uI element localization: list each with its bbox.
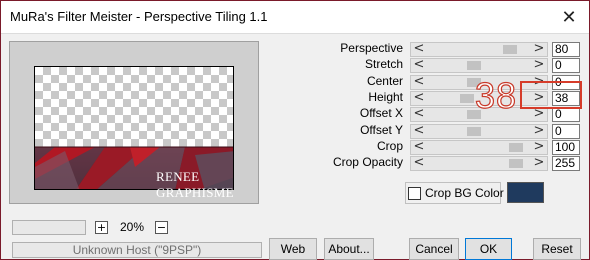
preview-panel: RENEE GRAPHISME xyxy=(9,41,259,204)
ok-button[interactable]: OK xyxy=(465,238,512,260)
crop-value-field[interactable]: 100 xyxy=(552,140,580,155)
zoom-slider[interactable] xyxy=(12,220,86,235)
perspective-label: Perspective xyxy=(340,41,403,55)
crop-label: Crop xyxy=(376,139,403,153)
chevron-right-icon[interactable]: > xyxy=(532,124,546,139)
chevron-left-icon[interactable]: < xyxy=(412,91,426,106)
slider-thumb[interactable] xyxy=(467,127,481,136)
close-icon[interactable]: ✕ xyxy=(555,5,583,29)
crop-opacity-value-field[interactable]: 255 xyxy=(552,156,580,171)
chevron-right-icon[interactable]: > xyxy=(532,107,546,122)
stretch-label: Stretch xyxy=(364,57,403,71)
filter-dialog-window: MuRa's Filter Meister - Perspective Tili… xyxy=(0,0,590,260)
chevron-left-icon[interactable]: < xyxy=(412,124,426,139)
slider-thumb[interactable] xyxy=(460,94,474,103)
center-label: Center xyxy=(366,74,403,88)
chevron-left-icon[interactable]: < xyxy=(412,107,426,122)
stretch-slider[interactable]: < > xyxy=(410,58,548,73)
about-button[interactable]: About... xyxy=(324,238,374,260)
slider-thumb[interactable] xyxy=(509,143,523,152)
host-status: Unknown Host ("9PSP") xyxy=(12,242,262,258)
chevron-right-icon[interactable]: > xyxy=(532,42,546,57)
offset-y-label: Offset Y xyxy=(360,123,403,137)
reset-button[interactable]: Reset xyxy=(533,238,581,260)
crop-bg-color-swatch[interactable] xyxy=(507,182,544,203)
crop-opacity-label: Crop Opacity xyxy=(332,155,403,169)
slider-thumb[interactable] xyxy=(467,61,481,70)
title-bar: MuRa's Filter Meister - Perspective Tili… xyxy=(1,1,589,34)
cancel-button[interactable]: Cancel xyxy=(409,238,459,260)
chevron-left-icon[interactable]: < xyxy=(412,42,426,57)
chevron-left-icon[interactable]: < xyxy=(412,75,426,90)
stretch-value-field[interactable]: 0 xyxy=(552,58,580,73)
chevron-left-icon[interactable]: < xyxy=(412,140,426,155)
crop-bg-label: Crop BG Color xyxy=(425,186,504,200)
zoom-in-button[interactable]: + xyxy=(95,221,108,234)
zoom-out-button[interactable]: − xyxy=(155,221,168,234)
slider-thumb[interactable] xyxy=(503,45,517,54)
watermark-text: RENEE GRAPHISME xyxy=(156,169,234,200)
crop-opacity-slider[interactable]: < > xyxy=(410,156,548,171)
chevron-right-icon[interactable]: > xyxy=(532,58,546,73)
offset-y-slider[interactable]: < > xyxy=(410,124,548,139)
highlight-box xyxy=(520,81,582,109)
perspective-value-field[interactable]: 80 xyxy=(552,42,580,57)
zoom-level: 20% xyxy=(120,220,145,234)
offset-y-value-field[interactable]: 0 xyxy=(552,124,580,139)
slider-thumb[interactable] xyxy=(509,159,523,168)
perspective-slider[interactable]: < > xyxy=(410,42,548,57)
crop-bg-checkbox[interactable] xyxy=(408,187,421,200)
chevron-left-icon[interactable]: < xyxy=(412,58,426,73)
chevron-left-icon[interactable]: < xyxy=(412,156,426,171)
offset-x-label: Offset X xyxy=(359,106,403,120)
offset-x-value-field[interactable]: 0 xyxy=(552,107,580,122)
web-button[interactable]: Web xyxy=(269,238,317,260)
chevron-right-icon[interactable]: > xyxy=(532,140,546,155)
window-title: MuRa's Filter Meister - Perspective Tili… xyxy=(10,9,268,24)
height-value-annotation: 38 xyxy=(474,74,518,116)
height-label: Height xyxy=(368,90,403,104)
crop-slider[interactable]: < > xyxy=(410,140,548,155)
chevron-right-icon[interactable]: > xyxy=(532,156,546,171)
